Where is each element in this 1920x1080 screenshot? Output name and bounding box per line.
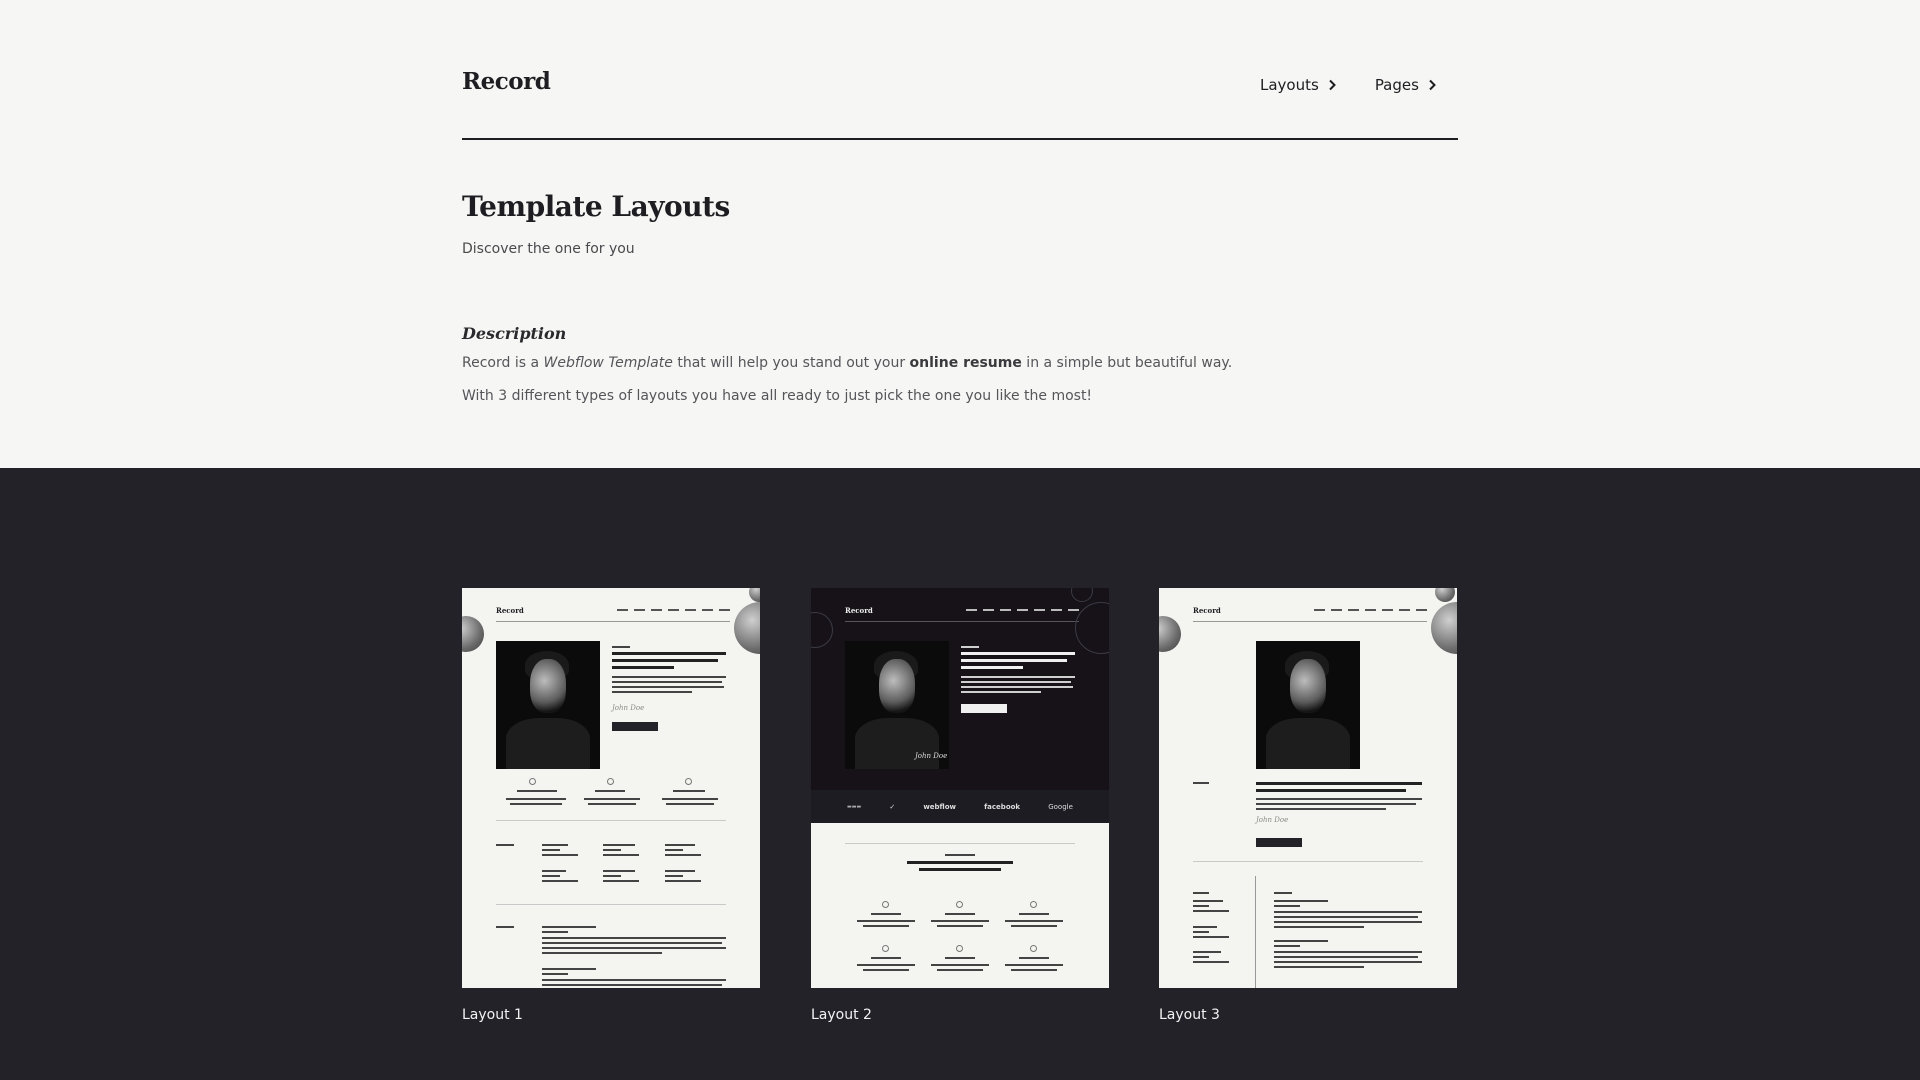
layout-thumbnail-3[interactable]: Record John Doe	[1159, 588, 1457, 988]
description-line-1: Record is a Webflow Template that will h…	[462, 355, 1233, 371]
nav-pages[interactable]: Pages	[1375, 76, 1437, 94]
intro-section: Record Layouts Pages Template Layouts Di…	[0, 0, 1920, 468]
layout-caption-2[interactable]: Layout 2	[811, 1007, 1109, 1023]
thumbnail-preview-light	[811, 823, 1109, 988]
layout-caption-1[interactable]: Layout 1	[462, 1007, 760, 1023]
main-nav: Layouts Pages	[1260, 76, 1437, 94]
brand-strip: ▬▬▬ ✓ webflow facebook Google	[811, 790, 1109, 823]
thumbnail-preview: Record John Doe	[1159, 588, 1457, 988]
chevron-right-icon	[1429, 79, 1436, 91]
layout-card-2[interactable]: Record John Doe ▬▬▬ ✓ webflow facebook G…	[811, 588, 1109, 1023]
nav-layouts-label: Layouts	[1260, 76, 1319, 94]
description-line-2: With 3 different types of layouts you ha…	[462, 388, 1093, 404]
nav-pages-label: Pages	[1374, 76, 1419, 94]
layout-card-1[interactable]: Record John Doe Layout 1	[462, 588, 760, 1023]
brand-google: Google	[1048, 802, 1073, 811]
thumbnail-logo: Record	[1193, 605, 1221, 615]
page-title: Template Layouts	[462, 190, 730, 223]
thumbnail-logo: Record	[496, 605, 524, 615]
layout-caption-3[interactable]: Layout 3	[1159, 1007, 1457, 1023]
chevron-right-icon	[1329, 79, 1336, 91]
layout-thumbnail-2[interactable]: Record John Doe ▬▬▬ ✓ webflow facebook G…	[811, 588, 1109, 988]
page-subtitle: Discover the one for you	[462, 241, 635, 257]
brand-webflow: webflow	[923, 802, 957, 811]
thumbnail-logo: Record	[845, 605, 873, 615]
header-divider	[462, 138, 1458, 140]
layout-card-3[interactable]: Record John Doe Layout 3	[1159, 588, 1457, 1023]
description-heading: Description	[462, 324, 567, 343]
layouts-gallery: Record John Doe Layout 1 Record John Doe…	[0, 468, 1920, 1080]
thumbnail-preview: Record John Doe	[462, 588, 760, 988]
layout-thumbnail-1[interactable]: Record John Doe	[462, 588, 760, 988]
brand-logo[interactable]: Record	[462, 68, 551, 95]
brand-facebook: facebook	[984, 802, 1021, 811]
nav-layouts[interactable]: Layouts	[1260, 76, 1337, 94]
thumbnail-preview-dark: Record John Doe	[811, 588, 1109, 823]
